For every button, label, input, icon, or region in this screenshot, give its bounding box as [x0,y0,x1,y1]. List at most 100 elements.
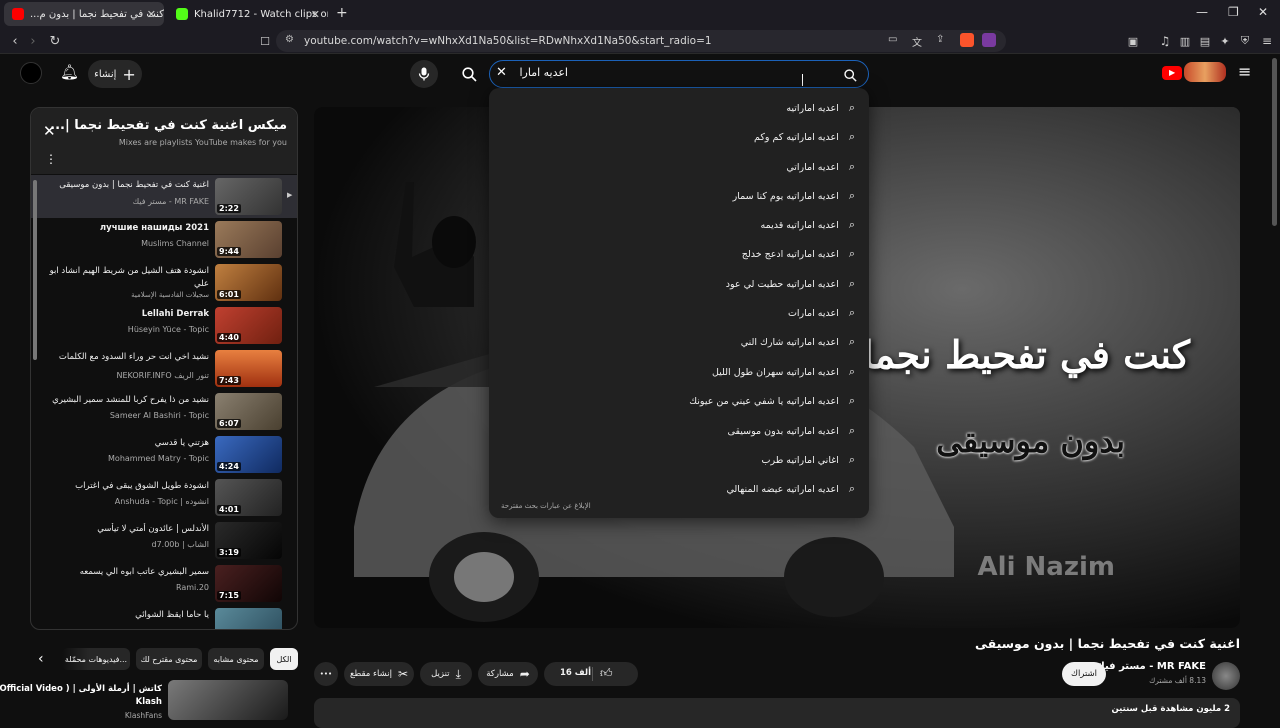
more-actions-button[interactable]: ••• [314,662,338,686]
sidebar-icon[interactable]: ▣ [1124,32,1142,50]
list-item[interactable]: 6:01 انشودة هتف الشيل من شريط الهيم انشا… [31,261,297,304]
item-channel: Anshuda - Topic | انشوده [114,497,209,506]
bookmark-icon[interactable]: ☐ [256,32,274,50]
chip-all[interactable]: الكل [270,648,298,670]
tab-kick[interactable]: Khalid7712 - Watch clips on Kick ✕ [168,2,328,26]
chip-recommended[interactable]: محتوى مقترح لك [136,648,202,670]
close-tab-icon[interactable]: ✕ [147,8,156,21]
suggestion-item[interactable]: ⌕ اعديه اماراتيه عيضه المنهالي [726,478,855,500]
list-item[interactable]: ▶ 2:22 اغنية كنت في تفحيط نجما | بدون مو… [31,175,297,218]
channel-avatar[interactable] [1212,662,1240,690]
item-channel: Muslims Channel [141,239,209,248]
description-box[interactable]: 2 مليون مشاهدة قبل سنتين [314,698,1240,728]
duration-badge: 7:43 [217,376,241,385]
suggestion-item[interactable]: ⌕ اعديه اماراتيه [786,97,855,119]
guide-menu-icon[interactable]: ≡ [1238,62,1251,81]
url-bar[interactable]: ⚙ youtube.com/watch?v=wNhxXd1Na50&list=R… [276,30,1006,52]
suggestion-item[interactable]: ⌕ اعديه اماراتيه يوم كنا سمار [733,185,855,207]
suggestion-item[interactable]: ⌕ اعديه اماراتيه شارك الني [741,331,855,353]
close-window-icon[interactable]: ✕ [1258,5,1268,19]
restore-icon[interactable]: ❐ [1228,5,1239,19]
duration-badge: 6:07 [217,419,241,428]
related-thumbnail[interactable] [168,680,288,720]
voice-search-button[interactable] [410,60,438,88]
wallet-icon[interactable]: ▤ [1196,32,1214,50]
clip-button[interactable]: إنشاء مقطع ✂ [344,662,414,686]
suggestion-item[interactable]: ⌕ اغاني اماراتيه طرب [762,449,855,471]
leo-icon[interactable]: ✦ [1216,32,1234,50]
more-options-icon[interactable]: ⋮ [45,152,57,166]
list-item[interactable]: 4:40 Lellahi Derrak Hüseyin Yüce - Topic [31,304,297,347]
like-icon[interactable]: 👍︎ [600,666,613,681]
youtube-logo-icon[interactable]: ▶ [1162,66,1182,80]
suggestion-item[interactable]: ⌕ اعديه اماراتيه قديمه [761,214,855,236]
avatar[interactable] [20,62,42,84]
subscribe-button[interactable]: اشتراك [1062,662,1106,686]
back-icon[interactable]: ‹ [6,32,24,50]
video-thumbnail: 9:44 [215,221,282,258]
related-title[interactable]: كاتش | أرملة الأولى | ( Official Video ) [0,684,162,694]
search-icon: ⌕ [848,482,855,495]
duration-badge: 2:22 [217,204,241,213]
chip-uploads[interactable]: فيديوهات محمّلة... [62,648,130,670]
list-item[interactable]: 4:24 هزتني يا قدسي Mohammed Matry - Topi… [31,433,297,476]
page-scrollbar[interactable] [1272,58,1277,226]
search-button[interactable] [456,62,482,86]
music-icon[interactable]: ♫ [1156,32,1174,50]
suggestion-item[interactable]: ⌕ اعديه اماراتيه يا شفي عيني من عيونك [689,390,855,412]
minimize-icon[interactable]: — [1196,5,1208,19]
overlay-subtitle: بدون موسيقى [936,422,1125,460]
doodle-logo[interactable] [1184,62,1226,82]
list-item[interactable]: 7:43 نشيد اخي انت حر وراء السدود مع الكل… [31,347,297,390]
search-input[interactable]: ✕ اعديه امارا [489,60,869,88]
list-item[interactable]: 9:44 лучшие нашиды 2021 Muslims Channel [31,218,297,261]
tab-youtube[interactable]: اغنية كنت في تفحيط نجما | بدون م... ✕ [4,2,164,26]
chips-prev-icon[interactable]: ‹ [38,651,44,667]
list-item[interactable]: 3:19 الأندلس | عائدون أمتي لا تيأسي d7.0… [31,519,297,562]
browser-toolbar: ‹ › ↻ ☐ ⚙ youtube.com/watch?v=wNhxXd1Na5… [0,28,1280,54]
share-button[interactable]: مشاركة ➦ [478,662,538,686]
plus-icon: + [122,64,136,84]
duration-badge: 6:01 [217,290,241,299]
brave-shield-icon[interactable] [960,33,974,47]
duration-badge: 3:19 [217,548,241,557]
like-count[interactable]: 16 ألف [560,668,591,678]
search-icon[interactable] [844,67,857,86]
list-item[interactable]: 7:15 سمير البشيري عاتب ابوه الي يسمعه Ra… [31,562,297,605]
item-channel: Mohammed Matry - Topic [108,454,209,463]
list-item[interactable]: 6:07 نشيد من ذا يفرح كربا للمنشد سمير ال… [31,390,297,433]
suggestion-item[interactable]: ⌕ اعديه اماراتيه سهران طول الليل [712,361,855,383]
item-title: الأندلس | عائدون أمتي لا تيأسي [97,524,209,534]
new-tab-button[interactable]: + [336,5,348,21]
list-item[interactable]: يا حاما ايقظ الشوائي [31,605,297,629]
cast-icon[interactable]: ▭ [888,34,897,45]
suggestion-item[interactable]: ⌕ اعديه اماراتيه حطيت لي عود [726,273,855,295]
reload-icon[interactable]: ↻ [46,32,64,50]
playlist-scrollbar[interactable] [33,180,37,360]
channel-name[interactable]: مستر فيك - MR FAKE [1096,661,1206,672]
translate-icon[interactable]: 文 [912,34,922,49]
report-suggestions-link[interactable]: الإبلاغ عن عبارات بحث مقترحة [501,502,591,510]
site-info-icon[interactable]: ⚙ [285,34,294,45]
suggestion-item[interactable]: ⌕ اعديه اماراتيه كم وكم [754,126,855,148]
forward-icon[interactable]: › [24,32,42,50]
browser-tab-bar: اغنية كنت في تفحيط نجما | بدون م... ✕ Kh… [0,0,1280,28]
reader-icon[interactable]: ▥ [1176,32,1194,50]
rewards-icon[interactable] [982,33,996,47]
search-icon: ⌕ [848,394,855,407]
vpn-icon[interactable]: ⛨ [1236,32,1254,50]
download-button[interactable]: تنزيل ⤓ [420,662,472,686]
search-icon: ⌕ [848,189,855,202]
clear-search-icon[interactable]: ✕ [496,65,507,80]
suggestion-item[interactable]: ⌕ اعديه اماراتيه ادعج خدلج [742,243,855,265]
list-item[interactable]: 4:01 انشودة طويل الشوق يبقى في اغتراب An… [31,476,297,519]
close-tab-icon[interactable]: ✕ [311,8,320,21]
notifications-icon[interactable]: 🔔︎ [60,63,79,81]
share-page-icon[interactable]: ⇪ [936,34,944,45]
suggestion-item[interactable]: ⌕ اعديه اماراتي [786,156,855,178]
suggestion-item[interactable]: ⌕ اعديه امارات [788,302,855,324]
suggestion-item[interactable]: ⌕ اعديه اماراتيه بدون موسيقى [728,420,855,442]
chip-related[interactable]: محتوى مشابه [208,648,264,670]
create-button[interactable]: إنشاء + [88,60,142,88]
menu-icon[interactable]: ≡ [1258,32,1276,50]
